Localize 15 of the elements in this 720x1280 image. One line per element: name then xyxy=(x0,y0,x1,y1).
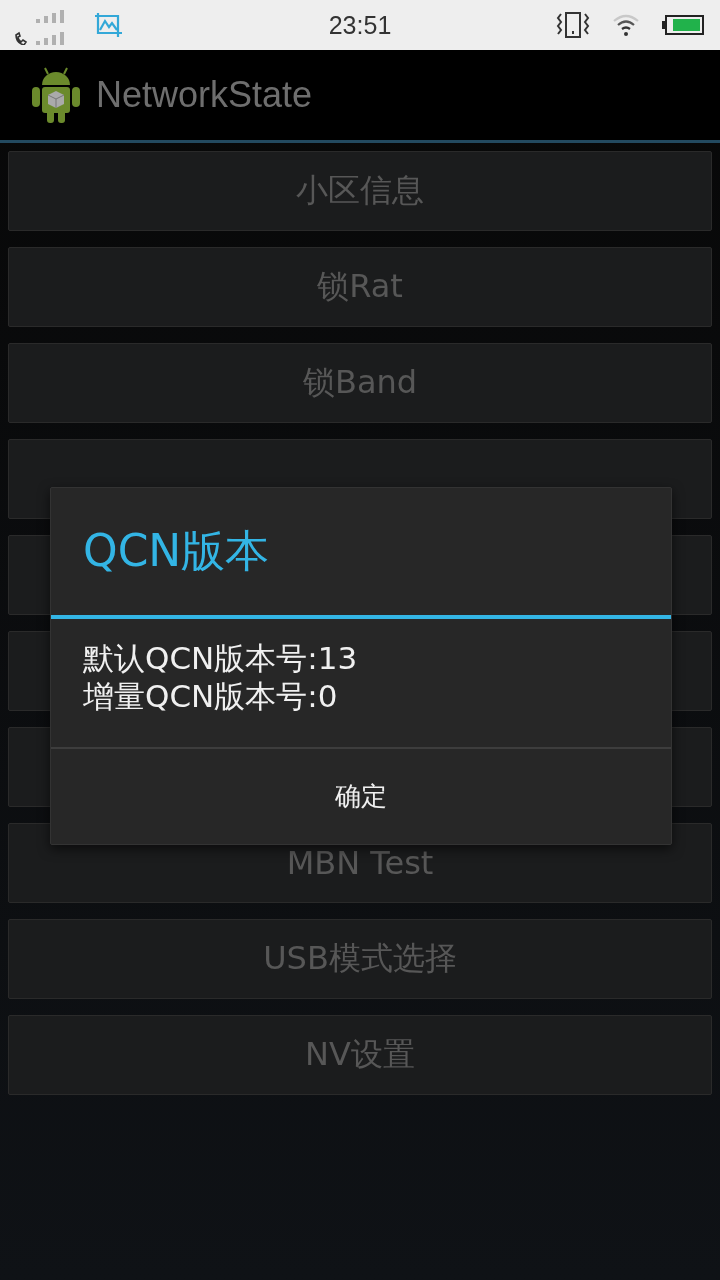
menu-button[interactable]: USB模式选择 xyxy=(8,919,712,999)
menu-button[interactable]: 锁Rat xyxy=(8,247,712,327)
android-robot-icon xyxy=(30,65,82,125)
clock-time: 23:51 xyxy=(328,10,392,40)
dialog-title: QCN版本 xyxy=(83,524,270,578)
screenshot-icon xyxy=(94,11,124,39)
menu-button[interactable]: 锁Band xyxy=(8,343,712,423)
dialog-message: 增量QCN版本号:0 xyxy=(83,677,339,715)
wifi-icon xyxy=(612,13,640,37)
menu-button[interactable]: NV设置 xyxy=(8,1015,712,1095)
menu-button[interactable]: 小区信息 xyxy=(8,151,712,231)
app-title: NetworkState xyxy=(96,74,313,116)
vibrate-icon xyxy=(556,11,590,39)
battery-icon xyxy=(662,15,704,35)
dialog-message: 默认QCN版本号:13 xyxy=(83,639,359,677)
